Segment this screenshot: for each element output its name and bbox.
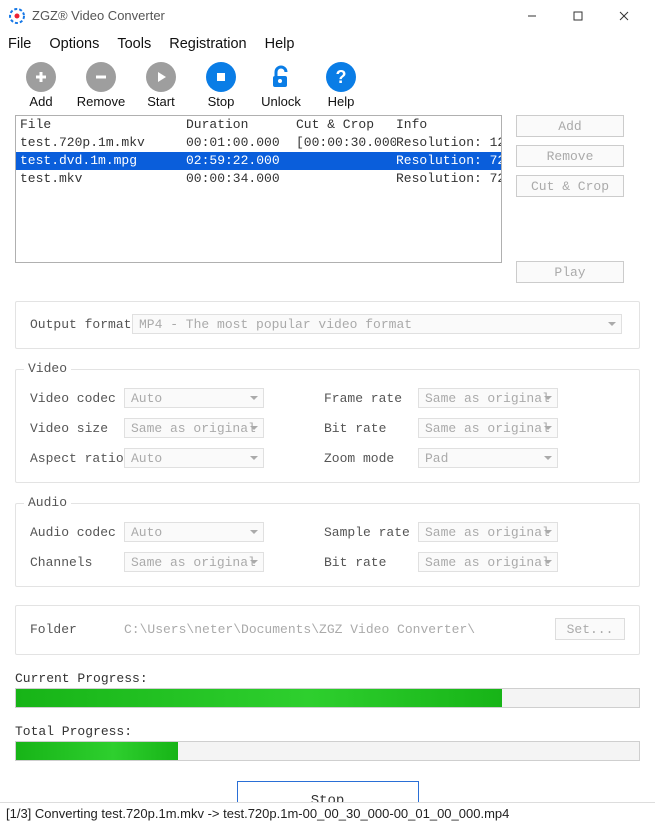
toolbar-start-label: Start xyxy=(147,94,174,109)
video-bitrate-label: Bit rate xyxy=(324,421,418,436)
folder-label: Folder xyxy=(30,622,104,637)
toolbar-add-label: Add xyxy=(29,94,52,109)
play-icon xyxy=(146,62,176,92)
output-format-select[interactable]: MP4 - The most popular video format xyxy=(132,314,622,334)
menu-help[interactable]: Help xyxy=(265,36,295,52)
folder-section: Folder C:\Users\neter\Documents\ZGZ Vide… xyxy=(15,605,640,655)
folder-set-button[interactable]: Set... xyxy=(555,618,625,640)
current-progress-label: Current Progress: xyxy=(15,671,640,686)
toolbar-stop[interactable]: Stop xyxy=(198,62,244,109)
toolbar-add[interactable]: Add xyxy=(18,62,64,109)
unlock-icon xyxy=(266,62,296,92)
minus-icon xyxy=(86,62,116,92)
toolbar-unlock-label: Unlock xyxy=(261,94,301,109)
video-size-select[interactable]: Same as original vide xyxy=(124,418,264,438)
menubar: File Options Tools Registration Help xyxy=(0,32,655,58)
maximize-button[interactable] xyxy=(555,2,601,30)
total-progress-label: Total Progress: xyxy=(15,724,640,739)
audio-codec-select[interactable]: Auto xyxy=(124,522,264,542)
minimize-button[interactable] xyxy=(509,2,555,30)
file-row[interactable]: test.720p.1m.mkv 00:01:00.000 [00:00:30.… xyxy=(16,134,501,152)
video-codec-select[interactable]: Auto xyxy=(124,388,264,408)
audio-section: Audio Audio codec Auto Sample rate Same … xyxy=(15,503,640,587)
help-icon: ? xyxy=(326,62,356,92)
framerate-select[interactable]: Same as original vide xyxy=(418,388,558,408)
channels-label: Channels xyxy=(30,555,124,570)
toolbar-help[interactable]: ? Help xyxy=(318,62,364,109)
menu-tools[interactable]: Tools xyxy=(117,36,151,52)
zoom-mode-select[interactable]: Pad xyxy=(418,448,558,468)
file-list[interactable]: File Duration Cut & Crop Info test.720p.… xyxy=(15,115,502,263)
menu-options[interactable]: Options xyxy=(49,36,99,52)
aspect-ratio-label: Aspect ratio xyxy=(30,451,124,466)
video-size-label: Video size xyxy=(30,421,124,436)
status-bar: [1/3] Converting test.720p.1m.mkv -> tes… xyxy=(0,802,655,824)
aspect-ratio-select[interactable]: Auto xyxy=(124,448,264,468)
file-row[interactable]: test.mkv 00:00:34.000 Resolution: 720... xyxy=(16,170,501,188)
framerate-label: Frame rate xyxy=(324,391,418,406)
toolbar-stop-label: Stop xyxy=(208,94,235,109)
file-row[interactable]: test.dvd.1m.mpg 02:59:22.000 Resolution:… xyxy=(16,152,501,170)
audio-legend: Audio xyxy=(24,495,71,510)
menu-file[interactable]: File xyxy=(8,36,31,52)
toolbar-help-label: Help xyxy=(328,94,355,109)
stop-icon xyxy=(206,62,236,92)
plus-icon xyxy=(26,62,56,92)
side-add-button[interactable]: Add xyxy=(516,115,624,137)
header-info: Info xyxy=(396,116,501,134)
window-title: ZGZ® Video Converter xyxy=(32,8,165,23)
header-file: File xyxy=(16,116,186,134)
output-section: Output format MP4 - The most popular vid… xyxy=(15,301,640,349)
status-text: [1/3] Converting test.720p.1m.mkv -> tes… xyxy=(6,806,509,821)
toolbar: Add Remove Start Stop Unlock ? Help xyxy=(0,58,655,115)
toolbar-unlock[interactable]: Unlock xyxy=(258,62,304,109)
header-cutcrop: Cut & Crop xyxy=(296,116,396,134)
samplerate-select[interactable]: Same as original aud xyxy=(418,522,558,542)
folder-path: C:\Users\neter\Documents\ZGZ Video Conve… xyxy=(124,622,555,637)
side-cutcrop-button[interactable]: Cut & Crop xyxy=(516,175,624,197)
video-bitrate-select[interactable]: Same as original vide xyxy=(418,418,558,438)
titlebar: ZGZ® Video Converter xyxy=(0,0,655,32)
header-duration: Duration xyxy=(186,116,296,134)
audio-bitrate-label: Bit rate xyxy=(324,555,418,570)
samplerate-label: Sample rate xyxy=(324,525,418,540)
side-play-button[interactable]: Play xyxy=(516,261,624,283)
video-legend: Video xyxy=(24,361,71,376)
close-button[interactable] xyxy=(601,2,647,30)
channels-select[interactable]: Same as original aud xyxy=(124,552,264,572)
audio-codec-label: Audio codec xyxy=(30,525,124,540)
toolbar-remove[interactable]: Remove xyxy=(78,62,124,109)
output-format-label: Output format xyxy=(30,317,124,332)
video-codec-label: Video codec xyxy=(30,391,124,406)
current-progress-bar xyxy=(15,688,640,708)
file-list-header: File Duration Cut & Crop Info xyxy=(16,116,501,134)
menu-registration[interactable]: Registration xyxy=(169,36,246,52)
app-logo-icon xyxy=(8,7,26,25)
total-progress-bar xyxy=(15,741,640,761)
audio-bitrate-select[interactable]: Same as original aud xyxy=(418,552,558,572)
toolbar-start[interactable]: Start xyxy=(138,62,184,109)
toolbar-remove-label: Remove xyxy=(77,94,125,109)
video-section: Video Video codec Auto Frame rate Same a… xyxy=(15,369,640,483)
zoom-mode-label: Zoom mode xyxy=(324,451,418,466)
side-remove-button[interactable]: Remove xyxy=(516,145,624,167)
